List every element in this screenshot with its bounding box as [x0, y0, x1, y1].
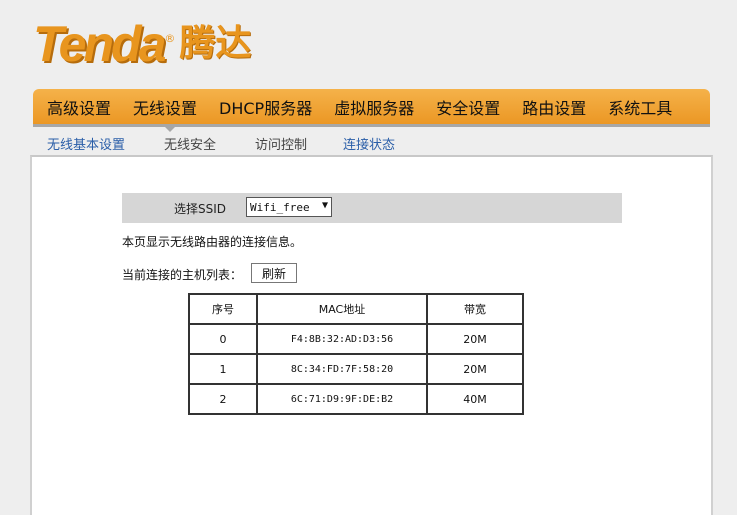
ssid-select[interactable]: Wifi_free ▼: [246, 197, 332, 217]
cell-mac: 6C:71:D9:9F:DE:B2: [256, 383, 428, 415]
sub-nav: 无线基本设置 无线安全 访问控制 连接状态: [33, 127, 710, 155]
logo-brand: Tenda: [33, 16, 166, 72]
refresh-button[interactable]: 刷新: [251, 263, 297, 283]
cell-bandwidth: 20M: [426, 353, 524, 385]
sub-nav-connection-status[interactable]: 连接状态: [343, 134, 395, 153]
column-header-mac: MAC地址: [256, 293, 428, 325]
chevron-down-icon: ▼: [321, 200, 328, 211]
cell-index: 2: [188, 383, 258, 415]
column-header-bandwidth: 带宽: [426, 293, 524, 325]
logo-chinese: 腾达: [179, 23, 252, 64]
cell-index: 1: [188, 353, 258, 385]
cell-mac: 8C:34:FD:7F:58:20: [256, 353, 428, 385]
sub-nav-basic[interactable]: 无线基本设置: [47, 134, 125, 153]
info-text: 本页显示无线路由器的连接信息。: [122, 235, 303, 249]
column-header-index: 序号: [188, 293, 258, 325]
sub-nav-access-control[interactable]: 访问控制: [255, 134, 307, 153]
ssid-label: 选择SSID: [174, 202, 227, 216]
content-panel: 选择SSID Wifi_free ▼ 本页显示无线路由器的连接信息。 当前连接的…: [30, 155, 713, 515]
main-nav-security[interactable]: 安全设置: [422, 95, 500, 119]
cell-mac: F4:8B:32:AD:D3:56: [256, 323, 428, 355]
main-nav-dhcp[interactable]: DHCP服务器: [205, 95, 312, 119]
table-row: 1 8C:34:FD:7F:58:20 20M: [188, 353, 524, 385]
main-nav: 高级设置 无线设置 DHCP服务器 虚拟服务器 安全设置 路由设置 系统工具: [33, 89, 710, 127]
main-nav-routing[interactable]: 路由设置: [508, 95, 586, 119]
ssid-bar: 选择SSID Wifi_free ▼: [122, 193, 622, 223]
main-nav-system-tools[interactable]: 系统工具: [594, 95, 672, 119]
main-nav-wireless[interactable]: 无线设置: [119, 95, 197, 119]
table-row: 2 6C:71:D9:9F:DE:B2 40M: [188, 383, 524, 415]
ssid-selected-value: Wifi_free: [250, 200, 310, 214]
table-header-row: 序号 MAC地址 带宽: [188, 293, 524, 325]
table-row: 0 F4:8B:32:AD:D3:56 20M: [188, 323, 524, 355]
main-nav-advanced[interactable]: 高级设置: [33, 95, 111, 119]
cell-bandwidth: 40M: [426, 383, 524, 415]
sub-nav-security[interactable]: 无线安全: [164, 134, 216, 153]
logo-registered-mark: ®: [164, 32, 176, 45]
host-list-label: 当前连接的主机列表：: [122, 268, 243, 282]
cell-bandwidth: 20M: [426, 323, 524, 355]
host-table: 序号 MAC地址 带宽 0 F4:8B:32:AD:D3:56 20M 1 8C…: [188, 293, 524, 415]
cell-index: 0: [188, 323, 258, 355]
main-nav-virtual-server[interactable]: 虚拟服务器: [320, 95, 414, 119]
tenda-logo: Tenda ® 腾达: [33, 18, 251, 70]
